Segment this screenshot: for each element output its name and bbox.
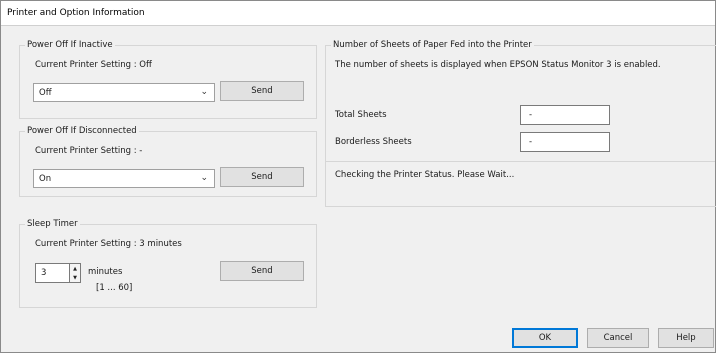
sleep-timer-send-button[interactable]: Send xyxy=(220,261,304,281)
group-title-sleep-timer: Sleep Timer xyxy=(25,219,80,229)
total-sheets-field: - xyxy=(520,105,610,125)
current-setting-power-off-disconnected: Current Printer Setting : - xyxy=(35,146,143,156)
total-sheets-value: - xyxy=(529,110,533,120)
sleep-timer-input[interactable]: 3 xyxy=(35,263,70,283)
group-title-sheets-fed: Number of Sheets of Paper Fed into the P… xyxy=(331,40,534,50)
chevron-down-icon: ⌄ xyxy=(200,87,208,97)
power-off-disconnected-select[interactable]: On ⌄ xyxy=(33,169,215,188)
spin-down-icon[interactable]: ▼ xyxy=(70,273,80,282)
sleep-timer-value: 3 xyxy=(41,268,47,278)
power-off-disconnected-value: On xyxy=(39,174,52,184)
sleep-timer-range: [1 ... 60] xyxy=(96,283,133,293)
spin-up-icon[interactable]: ▲ xyxy=(70,264,80,273)
help-button[interactable]: Help xyxy=(658,328,714,348)
total-sheets-label: Total Sheets xyxy=(335,110,387,120)
power-off-disconnected-send-button[interactable]: Send xyxy=(220,167,304,187)
power-off-inactive-select[interactable]: Off ⌄ xyxy=(33,83,215,102)
borderless-sheets-field: - xyxy=(520,132,610,152)
cancel-button[interactable]: Cancel xyxy=(587,328,649,348)
ok-button[interactable]: OK xyxy=(512,328,578,348)
power-off-inactive-value: Off xyxy=(39,88,52,98)
status-divider xyxy=(325,161,715,162)
printer-option-dialog: Printer and Option Information Power Off… xyxy=(0,0,716,353)
group-title-power-off-inactive: Power Off If Inactive xyxy=(25,40,115,50)
current-setting-power-off-inactive: Current Printer Setting : Off xyxy=(35,60,152,70)
status-text: Checking the Printer Status. Please Wait… xyxy=(335,170,515,180)
window-title: Printer and Option Information xyxy=(7,8,145,18)
borderless-sheets-value: - xyxy=(529,137,533,147)
sleep-timer-unit: minutes xyxy=(88,267,123,277)
borderless-sheets-label: Borderless Sheets xyxy=(335,137,412,147)
sheets-description: The number of sheets is displayed when E… xyxy=(335,60,661,70)
current-setting-sleep-timer: Current Printer Setting : 3 minutes xyxy=(35,239,182,249)
sleep-timer-spinner: ▲ ▼ xyxy=(70,263,81,283)
power-off-inactive-send-button[interactable]: Send xyxy=(220,81,304,101)
title-bar: Printer and Option Information xyxy=(1,1,715,26)
group-title-power-off-disconnected: Power Off If Disconnected xyxy=(25,126,139,136)
chevron-down-icon: ⌄ xyxy=(200,173,208,183)
